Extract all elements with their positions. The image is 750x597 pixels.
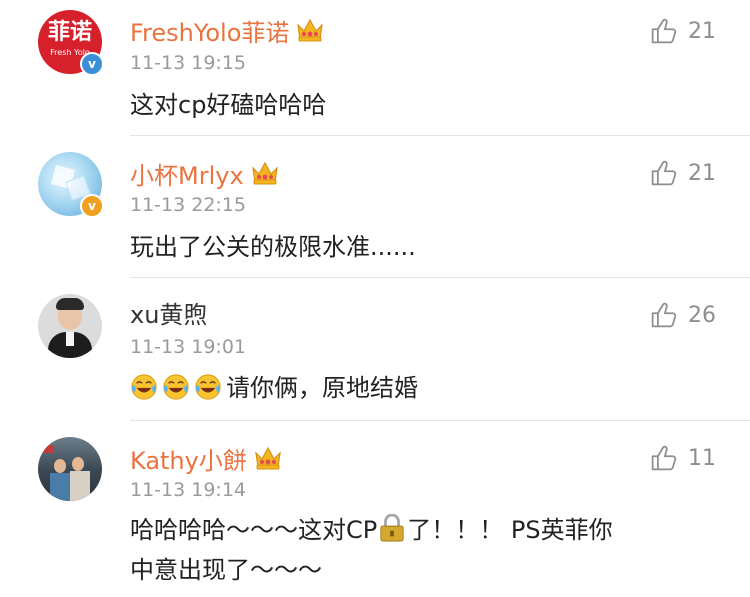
thumbs-up-icon bbox=[650, 301, 678, 329]
timestamp: 11-13 19:14 bbox=[130, 479, 247, 501]
avatar[interactable]: v bbox=[38, 152, 104, 218]
comment-item: Kathy小餅 11-13 19:14 哈哈哈哈～～～这对CP 了！！！ PS英菲… bbox=[0, 421, 750, 597]
timestamp: 11-13 19:01 bbox=[130, 336, 247, 358]
comment-text-row: 请你俩，原地结婚 bbox=[130, 366, 418, 410]
like-button[interactable]: 11 bbox=[650, 444, 716, 472]
like-button[interactable]: 21 bbox=[650, 17, 716, 45]
username[interactable]: 小杯Mrlyx bbox=[130, 158, 280, 191]
comment-text-line1: 哈哈哈哈～～～这对CP 了！！！ PS英菲你 bbox=[130, 508, 613, 552]
timestamp: 11-13 19:15 bbox=[130, 52, 247, 74]
comment-text: 玩出了公关的极限水准...... bbox=[130, 233, 416, 261]
laughing-emoji-icon bbox=[130, 373, 158, 401]
thumbs-up-icon bbox=[650, 17, 678, 45]
like-count: 21 bbox=[688, 160, 716, 186]
comment-text: 中意出现了～～～ bbox=[130, 556, 322, 584]
verified-icon: v bbox=[80, 52, 104, 76]
comment-item: v 小杯Mrlyx 11-13 22:15 玩出了公关的极限水准...... 2… bbox=[0, 136, 750, 278]
laughing-emoji-icon bbox=[162, 373, 190, 401]
username[interactable]: Kathy小餅 bbox=[130, 443, 283, 476]
comment-text: 这对cp好磕哈哈哈 bbox=[130, 91, 327, 119]
comment-text: 请你俩，原地结婚 bbox=[226, 374, 418, 402]
lock-icon bbox=[379, 514, 405, 542]
username-text: xu黄煦 bbox=[130, 301, 208, 329]
thumbs-up-icon bbox=[650, 159, 678, 187]
like-button[interactable]: 21 bbox=[650, 159, 716, 187]
comment-text-line2: 中意出现了～～～ bbox=[130, 548, 322, 592]
username-text: FreshYolo菲诺 bbox=[130, 19, 290, 47]
comment-item: xu黄煦 11-13 19:01 请你俩，原地结婚 26 bbox=[0, 278, 750, 421]
laughing-emoji-icon bbox=[194, 373, 222, 401]
like-count: 26 bbox=[688, 302, 716, 328]
like-count: 21 bbox=[688, 18, 716, 44]
avatar[interactable]: 菲诺 Fresh Yolo v bbox=[38, 10, 104, 76]
username[interactable]: xu黄煦 bbox=[130, 300, 207, 330]
avatar-logo-text: 菲诺 bbox=[47, 20, 92, 45]
username-text: Kathy小餅 bbox=[130, 447, 247, 475]
like-count: 11 bbox=[688, 445, 716, 471]
crown-icon bbox=[253, 443, 283, 473]
verified-icon: v bbox=[80, 194, 104, 218]
avatar[interactable] bbox=[38, 437, 102, 501]
comment-text: 哈哈哈哈～～～这对CP bbox=[130, 516, 378, 544]
avatar[interactable] bbox=[38, 294, 102, 358]
comment-item: 菲诺 Fresh Yolo v FreshYolo菲诺 11-13 19:15 … bbox=[0, 0, 750, 136]
like-button[interactable]: 26 bbox=[650, 301, 716, 329]
username[interactable]: FreshYolo菲诺 bbox=[130, 15, 325, 48]
thumbs-up-icon bbox=[650, 444, 678, 472]
comment-text: 了！！！ PS英菲你 bbox=[407, 516, 613, 544]
crown-icon bbox=[250, 158, 280, 188]
crown-icon bbox=[295, 15, 325, 45]
timestamp: 11-13 22:15 bbox=[130, 194, 247, 216]
username-text: 小杯Mrlyx bbox=[130, 162, 244, 190]
